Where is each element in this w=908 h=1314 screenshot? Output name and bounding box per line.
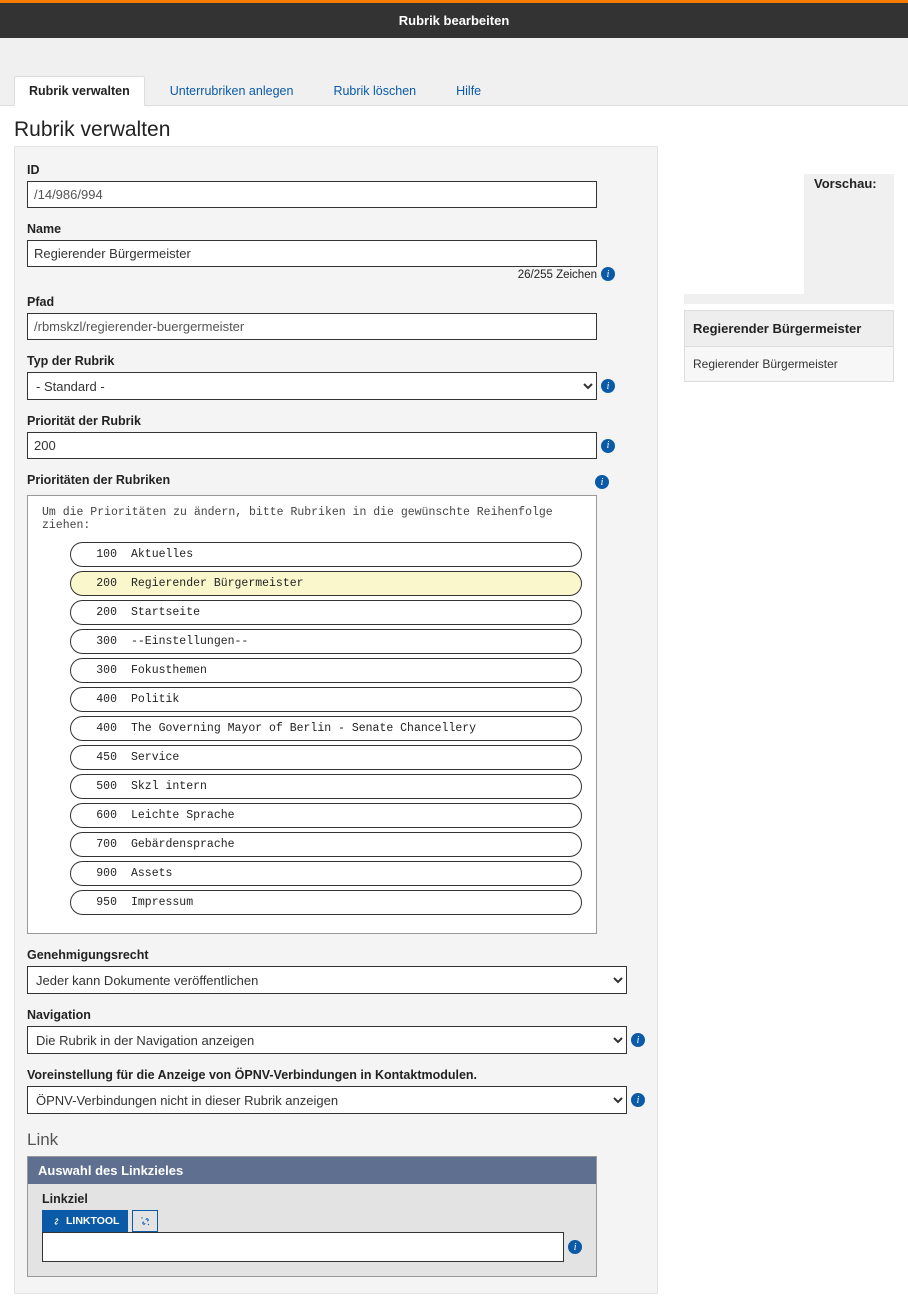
preview-thumbnail [684, 174, 804, 294]
priority-item-number: 400 [81, 693, 131, 706]
priority-input[interactable] [27, 432, 597, 459]
priority-item-number: 200 [81, 606, 131, 619]
link-panel-header: Auswahl des Linkzieles [28, 1157, 596, 1184]
priority-item-number: 700 [81, 838, 131, 851]
priority-item-number: 400 [81, 722, 131, 735]
priority-item-name: --Einstellungen-- [131, 635, 571, 648]
priority-item-number: 200 [81, 577, 131, 590]
name-char-count: 26/255 Zeichen [27, 269, 597, 281]
type-label: Typ der Rubrik [27, 354, 645, 368]
priority-item-name: Aktuelles [131, 548, 571, 561]
link-panel: Auswahl des Linkzieles Linkziel LINKTOOL… [27, 1156, 597, 1277]
priority-item-name: Leichte Sprache [131, 809, 571, 822]
type-select[interactable]: - Standard - [27, 372, 597, 400]
priority-item-name: Skzl intern [131, 780, 571, 793]
priority-item-number: 300 [81, 635, 131, 648]
priority-item-name: Startseite [131, 606, 571, 619]
priority-item[interactable]: 200Startseite [70, 600, 582, 625]
tab-hilfe[interactable]: Hilfe [441, 76, 496, 105]
opnv-select[interactable]: ÖPNV-Verbindungen nicht in dieser Rubrik… [27, 1086, 627, 1114]
opnv-label: Voreinstellung für die Anzeige von ÖPNV-… [27, 1068, 645, 1082]
linktool-button[interactable]: LINKTOOL [42, 1210, 128, 1232]
priority-item-number: 100 [81, 548, 131, 561]
priority-item-number: 600 [81, 809, 131, 822]
navigation-select[interactable]: Die Rubrik in der Navigation anzeigen [27, 1026, 627, 1054]
priority-item-name: Politik [131, 693, 571, 706]
priority-item-name: Fokusthemen [131, 664, 571, 677]
preview-panel: Vorschau: [684, 174, 894, 304]
priority-item-number: 900 [81, 867, 131, 880]
id-label: ID [27, 163, 645, 177]
priority-item[interactable]: 600Leichte Sprache [70, 803, 582, 828]
info-icon[interactable]: i [601, 439, 615, 453]
approval-label: Genehmigungsrecht [27, 948, 645, 962]
preview-subtitle: Regierender Bürgermeister [684, 347, 894, 382]
tab-bar: Rubrik verwalten Unterrubriken anlegen R… [0, 76, 908, 106]
priority-item[interactable]: 450Service [70, 745, 582, 770]
name-input[interactable] [27, 240, 597, 267]
link-icon [51, 1216, 62, 1227]
info-icon[interactable]: i [568, 1240, 582, 1254]
approval-select[interactable]: Jeder kann Dokumente veröffentlichen [27, 966, 627, 994]
tab-rubrik-loeschen[interactable]: Rubrik löschen [318, 76, 431, 105]
priorities-list-label: Prioritäten der Rubriken [27, 473, 170, 487]
priority-item-name: Impressum [131, 896, 571, 909]
priority-item[interactable]: 500Skzl intern [70, 774, 582, 799]
preview-label: Vorschau: [814, 176, 877, 195]
priority-item-number: 300 [81, 664, 131, 677]
priority-item[interactable]: 700Gebärdensprache [70, 832, 582, 857]
priority-item-name: Regierender Bürgermeister [131, 577, 571, 590]
info-icon[interactable]: i [601, 267, 615, 281]
link-section-title: Link [27, 1130, 645, 1150]
priority-item-number: 500 [81, 780, 131, 793]
info-icon[interactable]: i [631, 1033, 645, 1047]
navigation-label: Navigation [27, 1008, 645, 1022]
info-icon[interactable]: i [601, 379, 615, 393]
form-panel: ID Name 26/255 Zeichen i Pfad Typ der Ru… [14, 146, 658, 1294]
priority-item[interactable]: 400The Governing Mayor of Berlin - Senat… [70, 716, 582, 741]
info-icon[interactable]: i [595, 475, 609, 489]
linktarget-label: Linkziel [42, 1192, 582, 1206]
priority-item[interactable]: 300--Einstellungen-- [70, 629, 582, 654]
page-title: Rubrik verwalten [0, 106, 908, 146]
linktool-clear-button[interactable] [132, 1210, 158, 1232]
priority-item[interactable]: 950Impressum [70, 890, 582, 915]
unlink-icon [139, 1215, 152, 1228]
info-icon[interactable]: i [631, 1093, 645, 1107]
window-title: Rubrik bearbeiten [0, 3, 908, 38]
priority-item[interactable]: 900Assets [70, 861, 582, 886]
linktarget-input[interactable] [42, 1232, 564, 1262]
priority-item[interactable]: 200Regierender Bürgermeister [70, 571, 582, 596]
path-label: Pfad [27, 295, 645, 309]
priority-item-name: Service [131, 751, 571, 764]
priority-item-name: The Governing Mayor of Berlin - Senate C… [131, 722, 571, 735]
name-label: Name [27, 222, 645, 236]
priorities-hint: Um die Prioritäten zu ändern, bitte Rubr… [42, 506, 582, 532]
tab-rubrik-verwalten[interactable]: Rubrik verwalten [14, 76, 145, 106]
priority-item-number: 450 [81, 751, 131, 764]
priority-item-number: 950 [81, 896, 131, 909]
id-input[interactable] [27, 181, 597, 208]
priority-item[interactable]: 300Fokusthemen [70, 658, 582, 683]
priority-label: Priorität der Rubrik [27, 414, 645, 428]
linktool-label: LINKTOOL [66, 1215, 119, 1227]
priorities-list: Um die Prioritäten zu ändern, bitte Rubr… [27, 495, 597, 934]
priority-item[interactable]: 100Aktuelles [70, 542, 582, 567]
tab-unterrubriken-anlegen[interactable]: Unterrubriken anlegen [155, 76, 309, 105]
priority-item-name: Assets [131, 867, 571, 880]
priority-item[interactable]: 400Politik [70, 687, 582, 712]
path-input[interactable] [27, 313, 597, 340]
priority-item-name: Gebärdensprache [131, 838, 571, 851]
toolbar-empty [0, 38, 908, 76]
preview-title: Regierender Bürgermeister [684, 310, 894, 347]
